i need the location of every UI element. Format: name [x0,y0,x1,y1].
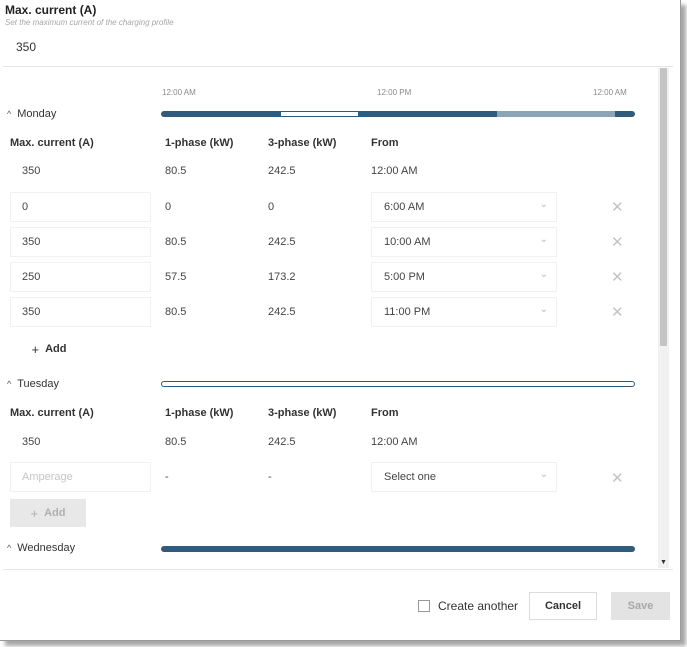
tick-noon: 12:00 PM [377,88,412,97]
add-row-button-tuesday[interactable]: + Add [10,499,86,527]
cell-current: 350 [22,236,41,248]
cell-three-phase: 242.5 [268,236,296,248]
day-name-monday: Monday [17,108,57,120]
cell-one-phase: 0 [165,201,172,213]
save-button[interactable]: Save [611,592,670,620]
timeline-segment-250a [497,111,615,117]
day-toggle-wednesday[interactable]: ^ Wednesday [7,542,75,554]
col-from: From [371,137,399,149]
remove-row-icon[interactable]: ✕ [611,200,624,215]
from-select-value: 10:00 AM [384,236,431,248]
cell-current: 0 [22,201,29,213]
add-label: Add [45,343,67,355]
scrollbar-thumb[interactable] [660,68,667,346]
day-toggle-monday[interactable]: ^ Monday [7,108,56,120]
cell-one-phase: 80.5 [165,436,187,448]
remove-row-icon[interactable]: ✕ [611,270,624,285]
cell-one-phase: 80.5 [165,306,187,318]
day-name-wednesday: Wednesday [17,542,76,554]
max-current-help: Set the maximum current of the charging … [5,18,174,27]
max-current-input[interactable]: 350 [16,40,36,54]
max-current-label: Max. current (A) [5,3,97,17]
cell-one-phase: 57.5 [165,271,187,283]
cell-three-phase: 242.5 [268,306,296,318]
amperage-placeholder: Amperage [22,471,73,483]
cell-one-phase: - [165,471,169,483]
cell-current: 350 [22,165,41,177]
cell-current: 350 [22,306,41,318]
chevron-up-icon: ^ [7,379,12,389]
cell-one-phase: 80.5 [165,165,187,177]
timeline-bar-tuesday [161,381,635,387]
timeline-bar-monday [161,111,635,117]
chevron-down-icon: ⌄ [539,199,548,210]
day-name-tuesday: Tuesday [17,378,60,390]
cell-one-phase: 80.5 [165,236,187,248]
cell-three-phase: 0 [268,201,275,213]
cell-three-phase: 242.5 [268,165,296,177]
day-toggle-tuesday[interactable]: ^ Tuesday [7,378,59,390]
dialog: Max. current (A) Set the maximum current… [0,0,681,641]
col-three-phase: 3-phase (kW) [268,137,337,149]
from-select[interactable]: Select one ⌄ [371,462,557,492]
from-select[interactable]: 5:00 PM ⌄ [371,262,557,292]
add-label: Add [44,507,66,519]
create-another-label[interactable]: Create another [438,599,518,613]
vertical-scrollbar[interactable]: ▼ [658,68,669,568]
chevron-down-icon: ⌄ [539,234,548,245]
col-from: From [371,407,399,419]
cell-three-phase: 242.5 [268,436,296,448]
chevron-down-icon: ⌄ [539,469,548,480]
cell-from: 12:00 AM [371,165,418,177]
chevron-up-icon: ^ [7,543,12,553]
current-input[interactable] [10,192,151,222]
remove-row-icon[interactable]: ✕ [611,235,624,250]
timeline-bar-wednesday [161,546,635,552]
cell-three-phase: - [268,471,272,483]
plus-icon: + [30,505,39,521]
cancel-button[interactable]: Cancel [529,592,597,620]
remove-row-icon[interactable]: ✕ [611,471,624,486]
from-select-value: 5:00 PM [384,271,425,283]
plus-icon: + [31,341,40,357]
from-select-placeholder: Select one [384,471,436,483]
footer-divider [3,569,673,570]
from-select[interactable]: 10:00 AM ⌄ [371,227,557,257]
create-another-checkbox[interactable] [418,600,430,612]
chevron-down-icon: ⌄ [539,304,548,315]
tick-start: 12:00 AM [162,88,196,97]
cell-three-phase: 173.2 [268,271,296,283]
col-three-phase: 3-phase (kW) [268,407,337,419]
remove-row-icon[interactable]: ✕ [611,305,624,320]
col-one-phase: 1-phase (kW) [165,407,234,419]
from-select[interactable]: 6:00 AM ⌄ [371,192,557,222]
tick-end: 12:00 AM [593,88,627,97]
col-max-current: Max. current (A) [10,137,94,149]
from-select-value: 6:00 AM [384,201,425,213]
chevron-down-icon: ⌄ [539,269,548,280]
chevron-up-icon: ^ [7,109,12,119]
cell-current: 250 [22,271,41,283]
add-row-button-monday[interactable]: + Add [11,335,87,363]
col-max-current: Max. current (A) [10,407,94,419]
cell-from: 12:00 AM [371,436,418,448]
from-select[interactable]: 11:00 PM ⌄ [371,297,557,327]
col-one-phase: 1-phase (kW) [165,137,234,149]
timeline-segment-0a [280,111,359,117]
header-divider [3,66,673,67]
schedule-scroll-area[interactable]: 12:00 AM 12:00 PM 12:00 AM ^ Monday Max. … [3,68,671,568]
scroll-down-icon[interactable]: ▼ [660,559,667,566]
cell-current: 350 [22,436,41,448]
from-select-value: 11:00 PM [384,306,431,318]
